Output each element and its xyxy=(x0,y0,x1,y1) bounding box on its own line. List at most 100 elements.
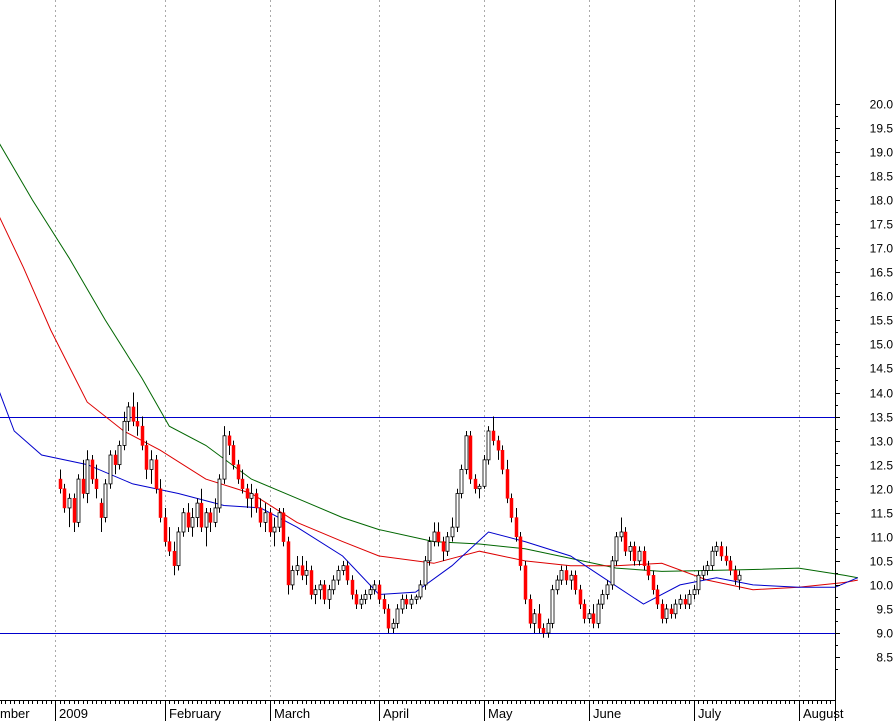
candle-body-down xyxy=(733,570,738,581)
y-tick-label: 12.0 xyxy=(870,483,894,497)
candle-body-down xyxy=(135,421,140,427)
candle-body-down xyxy=(322,584,327,600)
candle-body-up xyxy=(532,613,537,624)
candle-body-up xyxy=(149,459,154,470)
candle-body-up xyxy=(290,570,295,586)
candle-body-up xyxy=(637,550,642,562)
candle-body-down xyxy=(573,575,578,590)
candle-body-down xyxy=(62,488,67,509)
candle-body-up xyxy=(176,531,181,567)
candle-body-down xyxy=(94,478,99,489)
y-tick-label: 12.5 xyxy=(870,459,894,473)
candle-body-up xyxy=(605,584,610,595)
candle-body-down xyxy=(208,512,213,523)
candle-body-up xyxy=(455,493,460,528)
candle-body-down xyxy=(523,565,528,600)
candle-body-down xyxy=(286,541,291,586)
candle-body-down xyxy=(505,469,510,499)
candle-body-up xyxy=(400,598,405,610)
candle-body-up xyxy=(331,579,336,591)
candle-body-up xyxy=(664,608,669,619)
candle-body-down xyxy=(231,445,236,465)
candle-body-down xyxy=(537,613,542,629)
candle-body-down xyxy=(541,627,546,634)
candle-body-down xyxy=(158,488,163,518)
candle-body-up xyxy=(359,598,364,605)
candle-body-up xyxy=(464,435,469,470)
candle-body-up xyxy=(222,435,227,480)
y-tick-label: 17.0 xyxy=(870,242,894,256)
candle-body-up xyxy=(486,430,491,461)
candle-body-down xyxy=(386,608,391,629)
candle-body-up xyxy=(217,478,222,509)
candle-body-down xyxy=(245,488,250,499)
candle-body-up xyxy=(372,584,377,591)
y-tick-label: 11.0 xyxy=(871,531,894,545)
candle-body-up xyxy=(705,565,710,571)
candle-body-down xyxy=(90,459,95,480)
y-tick-label: 15.5 xyxy=(870,314,894,328)
candle xyxy=(309,565,314,600)
candle-body-down xyxy=(660,603,665,619)
candle-body-up xyxy=(263,512,268,523)
candle xyxy=(614,531,619,566)
candle-body-up xyxy=(600,594,605,605)
candle-body-up xyxy=(126,406,131,422)
candle-body-up xyxy=(122,420,127,446)
candle xyxy=(523,560,528,605)
x-month-label: March xyxy=(274,706,310,721)
candle xyxy=(518,531,523,571)
candle-body-down xyxy=(518,536,523,566)
candle-body-up xyxy=(336,570,341,581)
candle-body-up xyxy=(313,589,318,595)
candle-body-down xyxy=(468,435,473,480)
candle-body-up xyxy=(569,574,574,581)
candle-body-down xyxy=(227,435,232,446)
candle-body-down xyxy=(623,531,628,552)
candle-body-up xyxy=(696,574,701,591)
candle-body-down xyxy=(528,599,533,624)
candle-body-up xyxy=(714,546,719,552)
candle xyxy=(423,556,428,590)
candle-body-up xyxy=(277,512,282,528)
candle xyxy=(468,430,473,484)
candle-body-up xyxy=(195,502,200,518)
candle xyxy=(486,426,491,465)
candle-body-up xyxy=(395,608,400,624)
candle-body-down xyxy=(377,584,382,600)
y-tick-label: 14.5 xyxy=(870,362,894,376)
y-tick-label: 19.5 xyxy=(870,122,894,136)
candle-body-down xyxy=(345,565,350,581)
candle-body-up xyxy=(423,560,428,586)
candle-body-up xyxy=(418,584,423,598)
candle xyxy=(176,527,181,571)
candle-body-up xyxy=(318,584,323,591)
candle xyxy=(550,584,555,629)
candle-body-down xyxy=(578,589,583,605)
candle xyxy=(154,455,159,494)
candle-body-down xyxy=(491,430,496,441)
y-tick-label: 10.0 xyxy=(870,579,894,593)
y-tick-label: 13.0 xyxy=(870,435,894,449)
candle xyxy=(455,488,460,532)
candle-body-down xyxy=(382,599,387,610)
y-tick-label: 10.5 xyxy=(870,555,894,569)
candle-body-down xyxy=(172,550,177,566)
candle-body-down xyxy=(167,541,172,552)
candle-body-down xyxy=(404,599,409,605)
candle xyxy=(217,474,222,513)
candle-body-down xyxy=(72,498,77,523)
y-tick-label: 16.0 xyxy=(870,290,894,304)
candle-body-up xyxy=(459,469,464,494)
candle-body-up xyxy=(204,512,209,528)
candle-body-up xyxy=(587,613,592,619)
candle-body-up xyxy=(117,445,122,466)
y-tick-label: 18.0 xyxy=(870,194,894,208)
candle-body-up xyxy=(710,550,715,567)
y-tick-label: 15.0 xyxy=(870,338,894,352)
candle-body-down xyxy=(113,454,118,465)
candle-body-up xyxy=(108,454,113,485)
candle-body-up xyxy=(181,512,186,533)
candle-body-down xyxy=(591,613,596,624)
candle-body-up xyxy=(445,536,450,552)
